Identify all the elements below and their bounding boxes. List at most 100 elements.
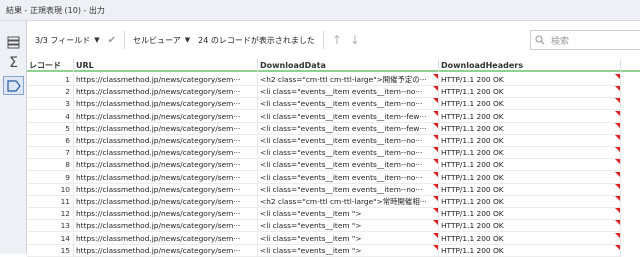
url-cell[interactable]: https://classmethod.jp/news/category/sem… — [74, 122, 258, 135]
downloaddata-cell[interactable]: <li class="events__item events__item--no… — [258, 171, 439, 184]
column-header-downloadheaders[interactable]: DownloadHeaders — [439, 59, 621, 72]
table-row[interactable]: 1 https://classmethod.jp/news/category/se… — [27, 74, 640, 86]
toolbar-divider — [322, 31, 324, 49]
record-number-cell[interactable]: 9 — [27, 171, 74, 184]
downloadheaders-cell[interactable]: HTTP/1.1 200 OK — [439, 171, 621, 184]
downloadheaders-cell[interactable]: HTTP/1.1 200 OK — [439, 86, 621, 99]
url-cell[interactable]: https://classmethod.jp/news/category/sem… — [74, 159, 258, 172]
downloaddata-cell[interactable]: <h2 class="cm-ttl cm-ttl-large">開催予定の··· — [258, 74, 439, 86]
url-cell[interactable]: https://classmethod.jp/news/category/sem… — [74, 171, 258, 184]
url-cell[interactable]: https://classmethod.jp/news/category/sem… — [74, 110, 258, 123]
downloaddata-cell[interactable]: <li class="events__item events__item--no… — [258, 98, 439, 111]
table-row[interactable]: 7 https://classmethod.jp/news/category/se… — [27, 147, 640, 160]
url-cell[interactable]: https://classmethod.jp/news/category/sem… — [74, 232, 258, 245]
url-cell[interactable]: https://classmethod.jp/news/category/sem… — [74, 74, 258, 86]
downloaddata-cell[interactable]: <li class="events__item events__item--no… — [258, 86, 439, 99]
search-box[interactable]: 検索 — [530, 30, 640, 50]
downloadheaders-cell[interactable]: HTTP/1.1 200 OK — [439, 196, 621, 208]
downloaddata-cell[interactable]: <h2 class="cm-ttl cm-ttl-large">常時開催相··· — [258, 196, 439, 208]
record-number-cell[interactable]: 13 — [27, 220, 74, 233]
column-header-url[interactable]: URL — [74, 59, 258, 72]
url-cell-text: https://classmethod.jp/news/category/sem… — [76, 123, 241, 133]
table-row[interactable]: 15 https://classmethod.jp/news/category/s… — [27, 244, 640, 257]
downloadheaders-cell[interactable]: HTTP/1.1 200 OK — [439, 220, 621, 233]
table-row[interactable]: 8 https://classmethod.jp/news/category/se… — [27, 159, 640, 172]
downloadheaders-cell[interactable]: HTTP/1.1 200 OK — [439, 208, 621, 221]
downloadheaders-cell[interactable]: HTTP/1.1 200 OK — [439, 110, 621, 123]
record-number-cell[interactable]: 3 — [27, 98, 74, 111]
url-cell[interactable]: https://classmethod.jp/news/category/sem… — [74, 135, 258, 147]
arrow-down-icon[interactable]: ↓ — [350, 33, 360, 47]
downloadheaders-cell[interactable]: HTTP/1.1 200 OK — [439, 244, 621, 257]
metadata-view-button[interactable] — [3, 76, 24, 95]
record-number-cell[interactable]: 8 — [27, 159, 74, 172]
record-number-cell[interactable]: 4 — [27, 110, 74, 123]
downloadheaders-cell-text: HTTP/1.1 200 OK — [441, 197, 504, 206]
downloaddata-cell[interactable]: <li class="events__item events__item--no… — [258, 159, 439, 172]
rows-view-button[interactable] — [3, 33, 24, 52]
url-cell[interactable]: https://classmethod.jp/news/category/sem… — [74, 220, 258, 233]
record-number-cell[interactable]: 6 — [27, 135, 74, 147]
table-row[interactable]: 13 https://classmethod.jp/news/category/s… — [27, 220, 640, 233]
downloadheaders-cell[interactable]: HTTP/1.1 200 OK — [439, 159, 621, 172]
downloaddata-cell[interactable]: <li class="events__item "> — [258, 232, 439, 245]
downloaddata-cell[interactable]: <li class="events__item events__item--no… — [258, 147, 439, 160]
table-row[interactable]: 2 https://classmethod.jp/news/category/se… — [27, 86, 640, 99]
downloadheaders-cell-text: HTTP/1.1 200 OK — [441, 184, 504, 194]
record-number-cell[interactable]: 10 — [27, 183, 74, 196]
downloaddata-cell[interactable]: <li class="events__item "> — [258, 208, 439, 221]
downloaddata-cell[interactable]: <li class="events__item events__item--fe… — [258, 122, 439, 135]
record-number-cell-text: 8 — [65, 160, 70, 170]
url-cell[interactable]: https://classmethod.jp/news/category/sem… — [74, 147, 258, 160]
downloadheaders-cell[interactable]: HTTP/1.1 200 OK — [439, 232, 621, 245]
column-header-downloaddata[interactable]: DownloadData — [258, 59, 439, 72]
url-cell-text: https://classmethod.jp/news/category/sem… — [76, 172, 241, 182]
record-number-cell[interactable]: 15 — [27, 244, 74, 257]
downloaddata-cell[interactable]: <li class="events__item events__item--no… — [258, 135, 439, 147]
downloadheaders-cell[interactable]: HTTP/1.1 200 OK — [439, 135, 621, 147]
record-number-cell[interactable]: 1 — [27, 74, 74, 86]
table-row[interactable]: 9 https://classmethod.jp/news/category/se… — [27, 171, 640, 184]
fields-dropdown[interactable]: 3/3 フィールド ▼ — [35, 35, 100, 46]
checkmark-icon[interactable]: ✔ — [108, 35, 116, 46]
table-row[interactable]: 6 https://classmethod.jp/news/category/se… — [27, 135, 640, 147]
downloaddata-cell[interactable]: <li class="events__item "> — [258, 220, 439, 233]
table-row[interactable]: 3 https://classmethod.jp/news/category/se… — [27, 98, 640, 111]
record-number-cell[interactable]: 14 — [27, 232, 74, 245]
url-cell[interactable]: https://classmethod.jp/news/category/sem… — [74, 183, 258, 196]
arrow-up-icon[interactable]: ↑ — [332, 33, 342, 47]
url-cell-text: https://classmethod.jp/news/category/sem… — [76, 75, 241, 84]
truncated-flag-icon — [615, 220, 620, 226]
url-cell[interactable]: https://classmethod.jp/news/category/sem… — [74, 208, 258, 221]
downloadheaders-cell[interactable]: HTTP/1.1 200 OK — [439, 183, 621, 196]
record-number-cell[interactable]: 5 — [27, 122, 74, 135]
downloadheaders-cell-text: HTTP/1.1 200 OK — [441, 148, 504, 158]
cell-viewer-dropdown[interactable]: セルビューア ▼ — [133, 35, 190, 46]
summary-view-button[interactable]: Σ — [3, 53, 24, 72]
url-cell[interactable]: https://classmethod.jp/news/category/sem… — [74, 244, 258, 257]
url-cell[interactable]: https://classmethod.jp/news/category/sem… — [74, 196, 258, 208]
downloaddata-cell[interactable]: <li class="events__item events__item--no… — [258, 183, 439, 196]
downloadheaders-cell[interactable]: HTTP/1.1 200 OK — [439, 122, 621, 135]
url-cell[interactable]: https://classmethod.jp/news/category/sem… — [74, 86, 258, 99]
record-number-cell[interactable]: 7 — [27, 147, 74, 160]
url-cell[interactable]: https://classmethod.jp/news/category/sem… — [74, 98, 258, 111]
table-row[interactable]: 10 https://classmethod.jp/news/category/s… — [27, 183, 640, 196]
table-row[interactable]: 4 https://classmethod.jp/news/category/se… — [27, 110, 640, 123]
table-row[interactable]: 5 https://classmethod.jp/news/category/se… — [27, 122, 640, 135]
table-row[interactable]: 12 https://classmethod.jp/news/category/s… — [27, 208, 640, 221]
truncated-flag-icon — [615, 74, 620, 79]
record-number-cell[interactable]: 12 — [27, 208, 74, 221]
downloadheaders-cell[interactable]: HTTP/1.1 200 OK — [439, 74, 621, 86]
downloaddata-cell-text: <h2 class="cm-ttl cm-ttl-large">開催予定の··· — [260, 75, 427, 84]
record-number-cell[interactable]: 11 — [27, 196, 74, 208]
downloadheaders-cell[interactable]: HTTP/1.1 200 OK — [439, 147, 621, 160]
table-row[interactable]: 11 https://classmethod.jp/news/category/s… — [27, 196, 640, 208]
downloaddata-cell[interactable]: <li class="events__item "> — [258, 244, 439, 257]
downloaddata-cell[interactable]: <li class="events__item events__item--fe… — [258, 110, 439, 123]
url-cell-text: https://classmethod.jp/news/category/sem… — [76, 136, 241, 145]
table-row[interactable]: 14 https://classmethod.jp/news/category/s… — [27, 232, 640, 245]
downloadheaders-cell[interactable]: HTTP/1.1 200 OK — [439, 98, 621, 111]
record-number-cell[interactable]: 2 — [27, 86, 74, 99]
column-header-record[interactable]: レコード — [27, 59, 74, 72]
